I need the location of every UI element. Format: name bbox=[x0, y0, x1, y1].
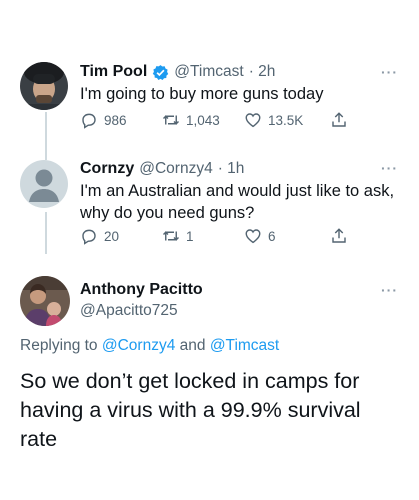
retweet-icon bbox=[162, 227, 180, 245]
reply-count: 986 bbox=[104, 112, 127, 128]
tweet-text: So we don’t get locked in camps for havi… bbox=[20, 367, 361, 454]
tweet-text: I'm going to buy more guns today bbox=[80, 85, 324, 103]
heart-icon bbox=[244, 227, 262, 245]
replying-to-label: Replying to bbox=[20, 337, 98, 354]
author-name[interactable]: Cornzy bbox=[80, 160, 134, 178]
like-button[interactable]: 6 bbox=[244, 227, 330, 245]
like-count: 6 bbox=[268, 228, 276, 244]
reply-button[interactable]: 20 bbox=[80, 227, 162, 245]
author-name[interactable]: Anthony Pacitto bbox=[80, 281, 203, 299]
more-options-icon[interactable]: ··· bbox=[381, 282, 398, 298]
more-options-icon[interactable]: ··· bbox=[381, 64, 398, 80]
share-icon bbox=[330, 227, 348, 245]
timestamp[interactable]: · 1h bbox=[218, 160, 245, 178]
heart-icon bbox=[244, 111, 262, 129]
tweet-actions: 986 1,043 13.5K bbox=[80, 111, 348, 129]
avatar[interactable] bbox=[20, 160, 68, 208]
share-button[interactable] bbox=[330, 227, 348, 245]
retweet-button[interactable]: 1 bbox=[162, 227, 244, 245]
reply-count: 20 bbox=[104, 228, 120, 244]
tweet-text-line: why do you need guns? bbox=[80, 204, 255, 222]
author-handle[interactable]: @Cornzy4 bbox=[139, 160, 212, 178]
replying-to-conjunction: and bbox=[179, 337, 206, 354]
thread-line bbox=[45, 212, 47, 254]
avatar[interactable] bbox=[20, 62, 68, 110]
retweet-count: 1 bbox=[186, 228, 194, 244]
verified-badge-icon bbox=[152, 64, 169, 81]
tweet-text: I'm an Australian and would just like to… bbox=[80, 180, 394, 224]
author-handle[interactable]: @Timcast bbox=[174, 63, 243, 81]
timestamp[interactable]: · 2h bbox=[249, 63, 276, 81]
share-icon bbox=[330, 111, 348, 129]
tweet-text-line: having a virus with a 99.9% survival bbox=[20, 398, 361, 422]
tweet-text-line: So we don’t get locked in camps for bbox=[20, 369, 360, 393]
mention-link[interactable]: @Cornzy4 bbox=[102, 337, 175, 354]
retweet-icon bbox=[162, 111, 180, 129]
tweet-actions: 20 1 6 bbox=[80, 227, 348, 245]
mention-link[interactable]: @Timcast bbox=[210, 337, 279, 354]
share-button[interactable] bbox=[330, 111, 348, 129]
tweet-text-line: rate bbox=[20, 427, 58, 451]
like-count: 13.5K bbox=[268, 112, 304, 128]
reply-icon bbox=[80, 111, 98, 129]
more-options-icon[interactable]: ··· bbox=[381, 160, 398, 176]
author-handle[interactable]: @Apacitto725 bbox=[80, 302, 178, 320]
retweet-button[interactable]: 1,043 bbox=[162, 111, 244, 129]
author-name[interactable]: Tim Pool bbox=[80, 63, 147, 81]
avatar[interactable] bbox=[20, 276, 70, 326]
tweet-text-line: I'm an Australian and would just like to… bbox=[80, 182, 395, 200]
replying-to: Replying to @Cornzy4 and @Timcast bbox=[20, 337, 279, 355]
reply-icon bbox=[80, 227, 98, 245]
thread-line bbox=[45, 112, 47, 160]
retweet-count: 1,043 bbox=[186, 112, 220, 128]
like-button[interactable]: 13.5K bbox=[244, 111, 330, 129]
reply-button[interactable]: 986 bbox=[80, 111, 162, 129]
